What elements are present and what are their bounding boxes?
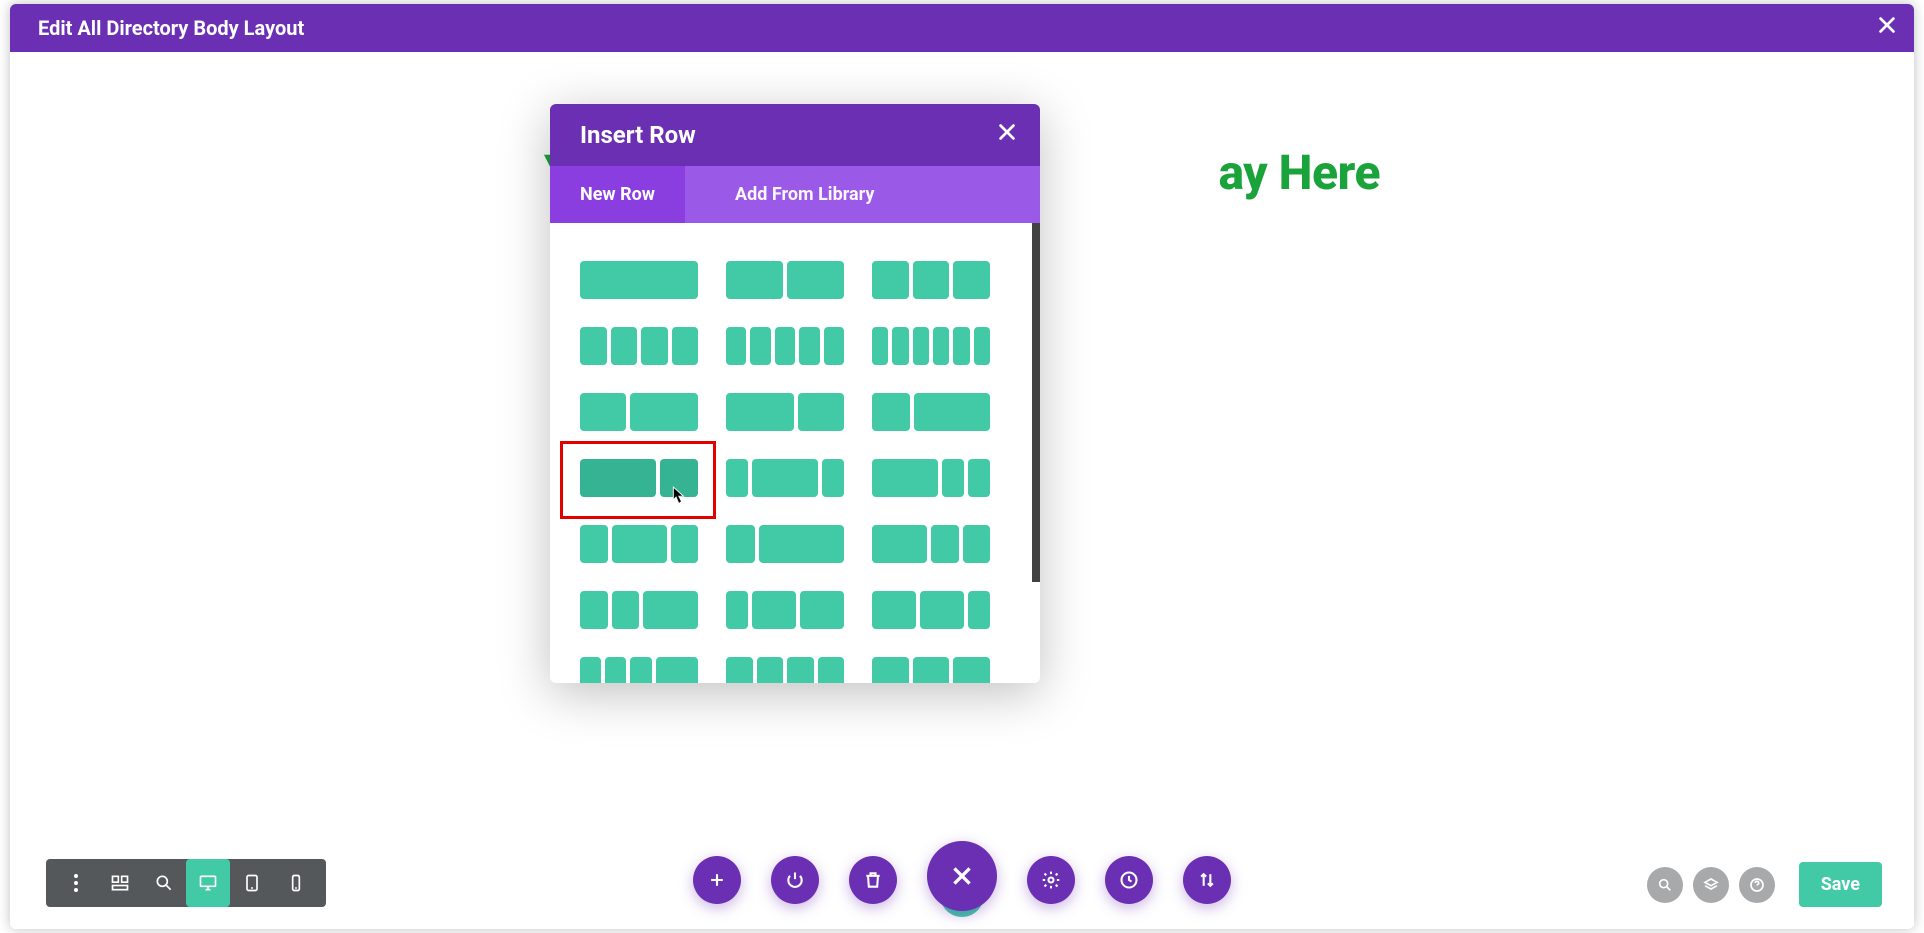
add-button[interactable] [693,856,741,904]
power-button[interactable] [771,856,819,904]
history-button[interactable] [1105,856,1153,904]
row-layout-option[interactable] [872,327,990,365]
help-icon [1749,877,1765,893]
headline-right-fragment: ay Here [1218,144,1380,201]
delete-button[interactable] [849,856,897,904]
phone-icon [286,873,306,893]
save-button[interactable]: Save [1799,862,1882,907]
row-layout-option[interactable] [726,261,844,299]
row-layout-option[interactable] [726,327,844,365]
layers-icon [1703,877,1719,893]
row-layout-option[interactable] [872,591,990,629]
tablet-icon [242,873,262,893]
swap-vertical-icon [1197,870,1217,890]
trash-icon [863,870,883,890]
desktop-view-button[interactable] [186,859,230,907]
editor-header: Edit All Directory Body Layout [10,4,1914,52]
row-layout-option[interactable] [580,393,698,431]
help-button[interactable] [1739,867,1775,903]
editor-canvas[interactable]: Your Dyay Here Insert Row New Row Add Fr… [10,52,1914,929]
plus-icon [707,870,727,890]
row-layout-option[interactable] [726,525,844,563]
search-icon [1657,877,1673,893]
settings-button[interactable] [1027,856,1075,904]
gear-icon [1041,870,1061,890]
wireframe-view-button[interactable] [98,859,142,907]
insert-row-modal-title: Insert Row [580,121,696,149]
modal-scrollbar[interactable] [1032,223,1040,582]
more-menu-button[interactable] [54,859,98,907]
search-button[interactable] [1647,867,1683,903]
desktop-icon [198,873,218,893]
editor-close-button[interactable] [1876,14,1898,42]
insert-row-tabs: New Row Add From Library [550,166,1040,223]
action-toolbar [693,849,1231,911]
editor-frame: Edit All Directory Body Layout Your Dyay… [10,4,1914,929]
row-layout-option[interactable] [872,525,990,563]
row-layout-option[interactable] [580,591,698,629]
row-layout-grid [580,261,1010,683]
row-layout-option[interactable] [872,261,990,299]
row-layout-option[interactable] [580,525,698,563]
row-layout-option[interactable] [580,327,698,365]
view-toolbar [46,859,326,907]
utility-toolbar: Save [1647,862,1882,907]
more-vertical-icon [74,874,78,892]
row-layout-option[interactable] [872,459,990,497]
tablet-view-button[interactable] [230,859,274,907]
layers-button[interactable] [1693,867,1729,903]
editor-title: Edit All Directory Body Layout [38,16,304,40]
insert-row-body [550,223,1040,683]
close-icon [996,121,1018,143]
row-layout-option[interactable] [872,393,990,431]
insert-row-modal: Insert Row New Row Add From Library [550,104,1040,683]
tab-add-from-library[interactable]: Add From Library [685,166,924,223]
wireframe-icon [110,873,130,893]
row-layout-option[interactable] [726,459,844,497]
insert-row-modal-header: Insert Row [550,104,1040,166]
zoom-button[interactable] [142,859,186,907]
search-icon [154,873,174,893]
row-layout-option[interactable] [580,459,698,497]
row-layout-option[interactable] [872,657,990,683]
clock-icon [1119,870,1139,890]
power-icon [785,870,805,890]
close-toolbar-button[interactable] [927,841,997,911]
row-layout-option[interactable] [580,657,698,683]
phone-view-button[interactable] [274,859,318,907]
row-layout-option[interactable] [726,393,844,431]
row-layout-option[interactable] [580,261,698,299]
row-layout-option[interactable] [726,657,844,683]
tab-new-row[interactable]: New Row [550,166,685,223]
swap-button[interactable] [1183,856,1231,904]
close-icon [1876,14,1898,36]
close-icon [949,863,975,889]
insert-row-modal-close-button[interactable] [996,121,1018,149]
row-layout-option[interactable] [726,591,844,629]
